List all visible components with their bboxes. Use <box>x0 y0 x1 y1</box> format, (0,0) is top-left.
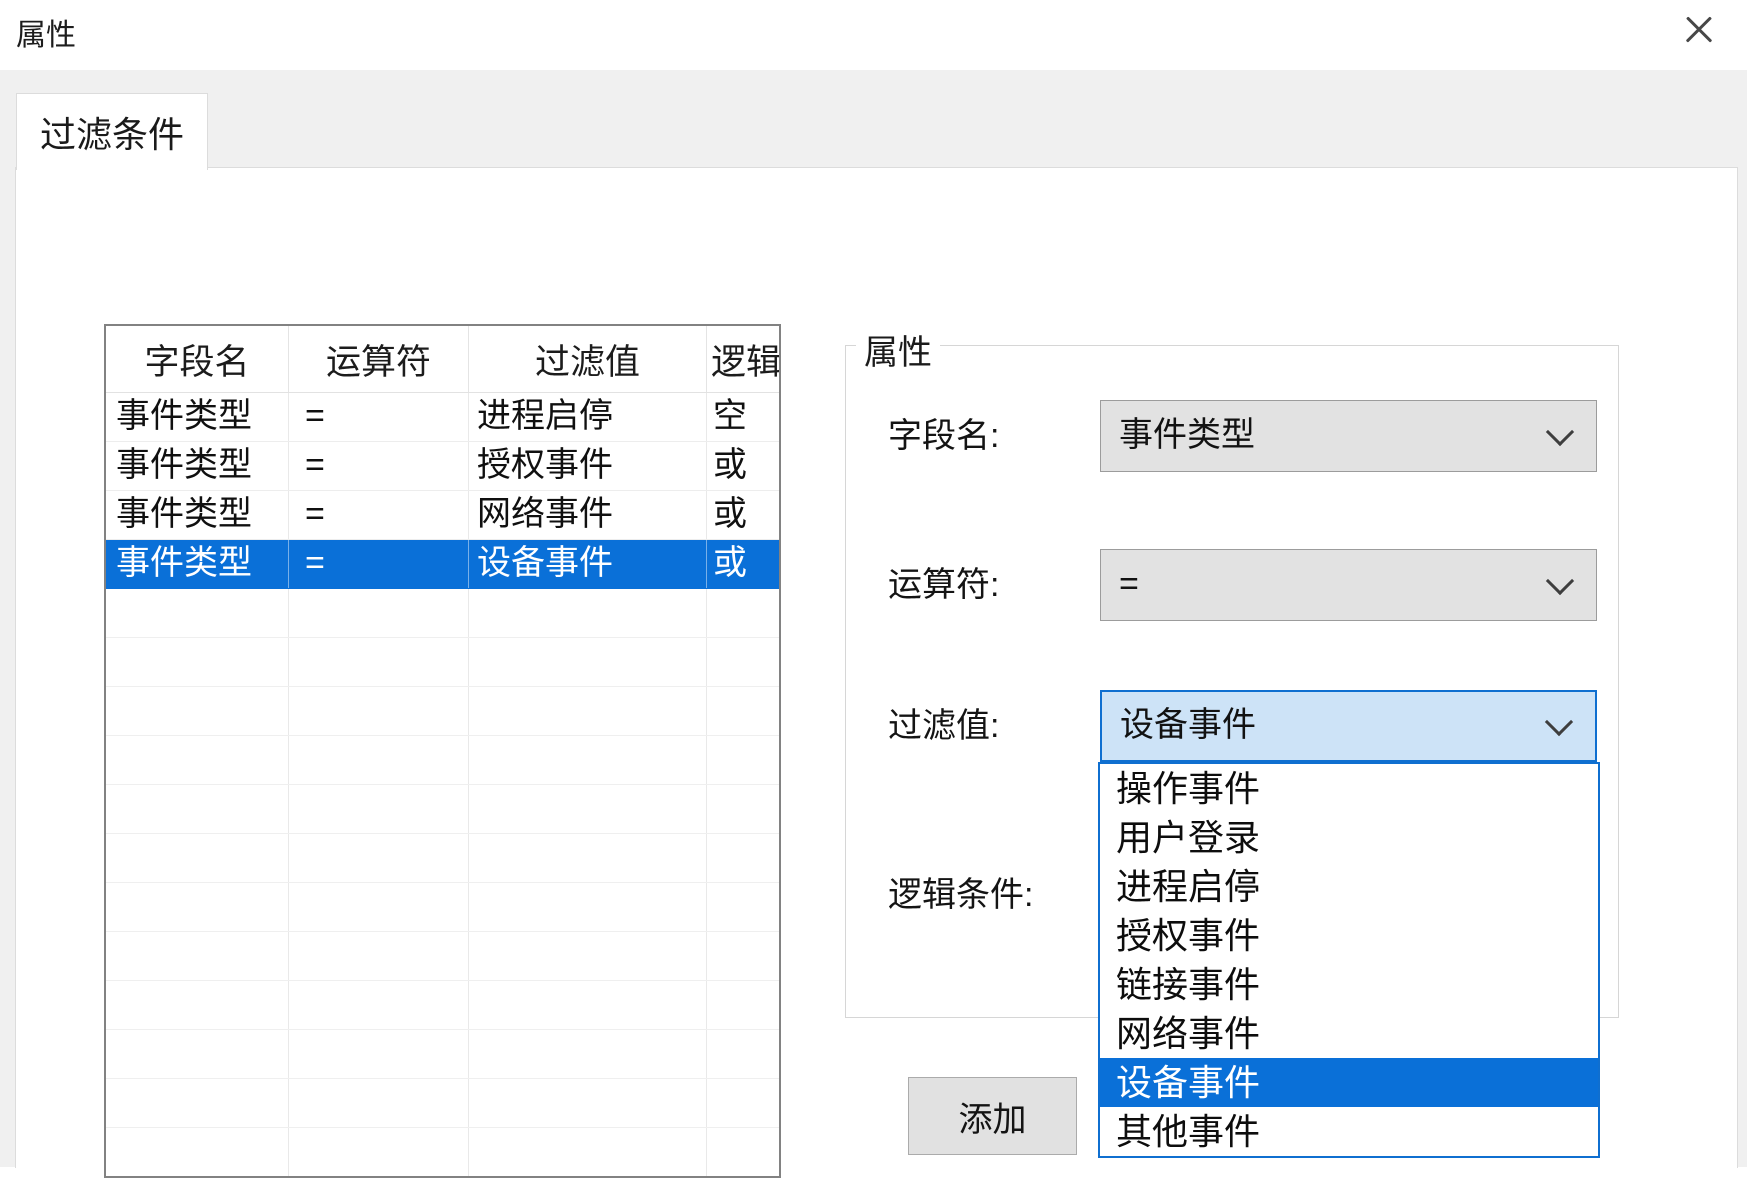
field-name-label: 字段名: <box>888 400 999 472</box>
operator-combobox[interactable]: = <box>1100 549 1597 621</box>
filter-value-combobox-value: 设备事件 <box>1120 706 1256 744</box>
title-bar: 属性 <box>0 0 1747 70</box>
empty-table-row[interactable] <box>106 785 781 834</box>
dropdown-option[interactable]: 授权事件 <box>1100 911 1598 960</box>
close-icon <box>1681 12 1717 48</box>
table-cell: = <box>289 393 469 441</box>
table-cell: 事件类型 <box>106 540 289 588</box>
properties-groupbox-title: 属性 <box>856 325 940 374</box>
empty-table-row[interactable] <box>106 687 781 736</box>
empty-table-row[interactable] <box>106 981 781 1030</box>
filter-value-combobox[interactable]: 设备事件 <box>1100 690 1597 762</box>
table-row[interactable]: 事件类型=进程启停空 <box>106 393 781 442</box>
chevron-down-icon <box>1545 708 1573 736</box>
filter-table: 字段名运算符过滤值逻辑条件 事件类型=进程启停空事件类型=授权事件或事件类型=网… <box>104 324 781 1178</box>
empty-table-row[interactable] <box>106 1079 781 1128</box>
table-cell: 事件类型 <box>106 393 289 441</box>
close-button[interactable] <box>1676 8 1722 52</box>
table-cell: = <box>289 442 469 490</box>
empty-table-row[interactable] <box>106 834 781 883</box>
dropdown-option[interactable]: 进程启停 <box>1100 862 1598 911</box>
table-cell: 网络事件 <box>469 491 707 539</box>
table-cell: 进程启停 <box>469 393 707 441</box>
table-cell: = <box>289 491 469 539</box>
dropdown-option[interactable]: 用户登录 <box>1100 813 1598 862</box>
column-header[interactable]: 过滤值 <box>469 326 707 392</box>
table-cell: 或 <box>707 540 781 588</box>
empty-table-row[interactable] <box>106 1030 781 1079</box>
table-cell: 事件类型 <box>106 491 289 539</box>
filter-table-header: 字段名运算符过滤值逻辑条件 <box>106 326 781 393</box>
tab-filter-conditions[interactable]: 过滤条件 <box>16 93 208 170</box>
operator-label: 运算符: <box>888 549 999 621</box>
table-row[interactable]: 事件类型=授权事件或 <box>106 442 781 491</box>
table-cell: 授权事件 <box>469 442 707 490</box>
dropdown-option[interactable]: 设备事件 <box>1100 1058 1598 1107</box>
table-cell: 事件类型 <box>106 442 289 490</box>
logic-condition-label: 逻辑条件: <box>888 860 1033 930</box>
operator-combobox-value: = <box>1119 565 1139 603</box>
table-cell: 空 <box>707 393 781 441</box>
dropdown-option[interactable]: 链接事件 <box>1100 960 1598 1009</box>
chevron-down-icon <box>1546 567 1574 595</box>
field-name-combobox-value: 事件类型 <box>1119 416 1255 454</box>
table-cell: = <box>289 540 469 588</box>
dropdown-option[interactable]: 其他事件 <box>1100 1107 1598 1156</box>
column-header[interactable]: 逻辑条件 <box>707 326 781 392</box>
table-cell: 或 <box>707 442 781 490</box>
table-cell: 设备事件 <box>469 540 707 588</box>
column-header[interactable]: 运算符 <box>289 326 469 392</box>
table-cell: 或 <box>707 491 781 539</box>
chevron-down-icon <box>1546 418 1574 446</box>
table-row[interactable]: 事件类型=网络事件或 <box>106 491 781 540</box>
empty-table-row[interactable] <box>106 638 781 687</box>
empty-table-row[interactable] <box>106 589 781 638</box>
filter-value-label: 过滤值: <box>888 690 999 762</box>
dropdown-option[interactable]: 操作事件 <box>1100 764 1598 813</box>
empty-table-row[interactable] <box>106 883 781 932</box>
empty-table-row[interactable] <box>106 736 781 785</box>
field-name-combobox[interactable]: 事件类型 <box>1100 400 1597 472</box>
dropdown-option[interactable]: 网络事件 <box>1100 1009 1598 1058</box>
empty-table-row[interactable] <box>106 1128 781 1177</box>
window-title: 属性 <box>16 10 76 54</box>
add-button[interactable]: 添加 <box>908 1077 1077 1155</box>
filter-value-dropdown-list: 操作事件用户登录进程启停授权事件链接事件网络事件设备事件其他事件 <box>1098 762 1600 1158</box>
empty-table-row[interactable] <box>106 932 781 981</box>
column-header[interactable]: 字段名 <box>106 326 289 392</box>
table-row[interactable]: 事件类型=设备事件或 <box>106 540 781 589</box>
